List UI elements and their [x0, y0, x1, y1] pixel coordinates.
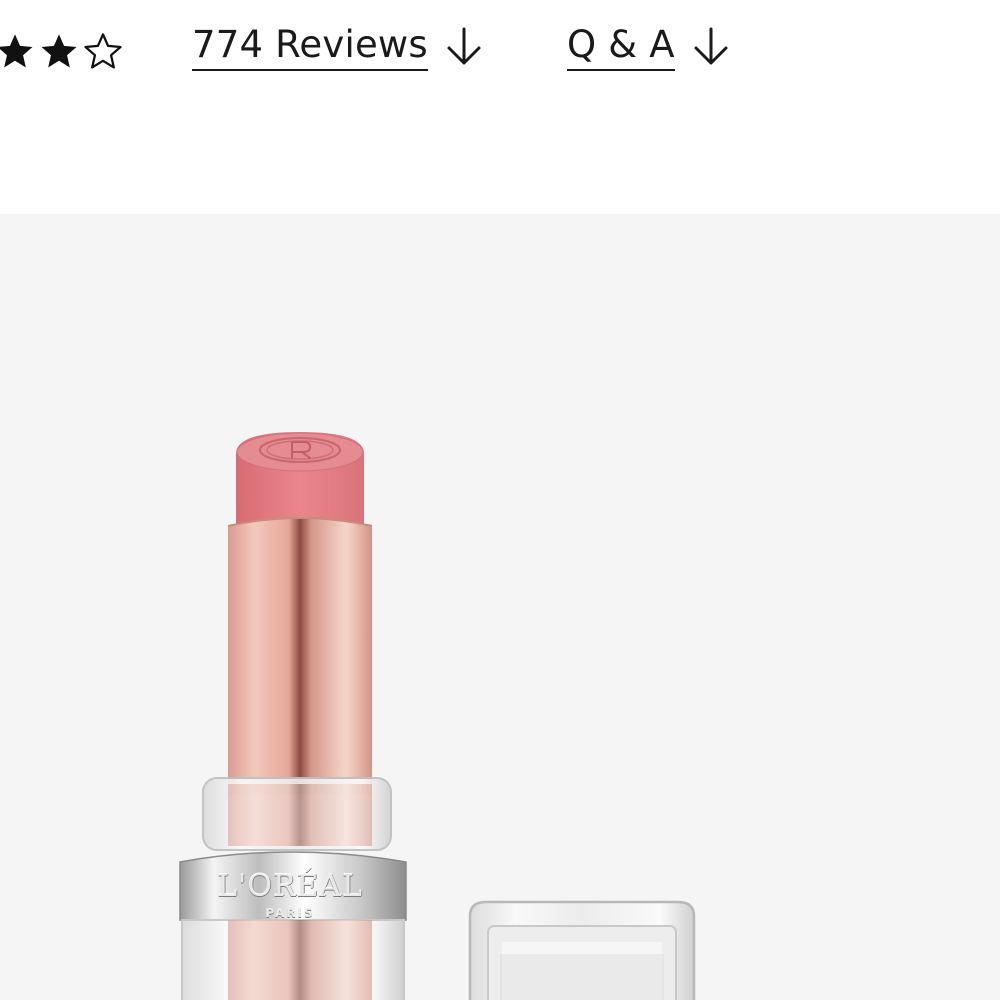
- star-filled-icon: [0, 34, 33, 68]
- star-outline-icon: [84, 33, 122, 69]
- rating-summary-bar: 774 Reviews Q & A: [0, 0, 1000, 110]
- product-image-gallery[interactable]: L'ORÉAL PARIS: [0, 214, 1000, 1000]
- reviews-link[interactable]: 774 Reviews: [192, 22, 484, 71]
- star-filled-icon: [41, 34, 77, 68]
- qa-link[interactable]: Q & A: [567, 22, 731, 71]
- qa-link-label: Q & A: [567, 22, 675, 71]
- arrow-down-icon: [447, 27, 481, 64]
- star-rating: [0, 26, 126, 76]
- product-image: [179, 432, 696, 1000]
- arrow-down-icon: [694, 27, 728, 64]
- reviews-link-label: 774 Reviews: [192, 22, 428, 71]
